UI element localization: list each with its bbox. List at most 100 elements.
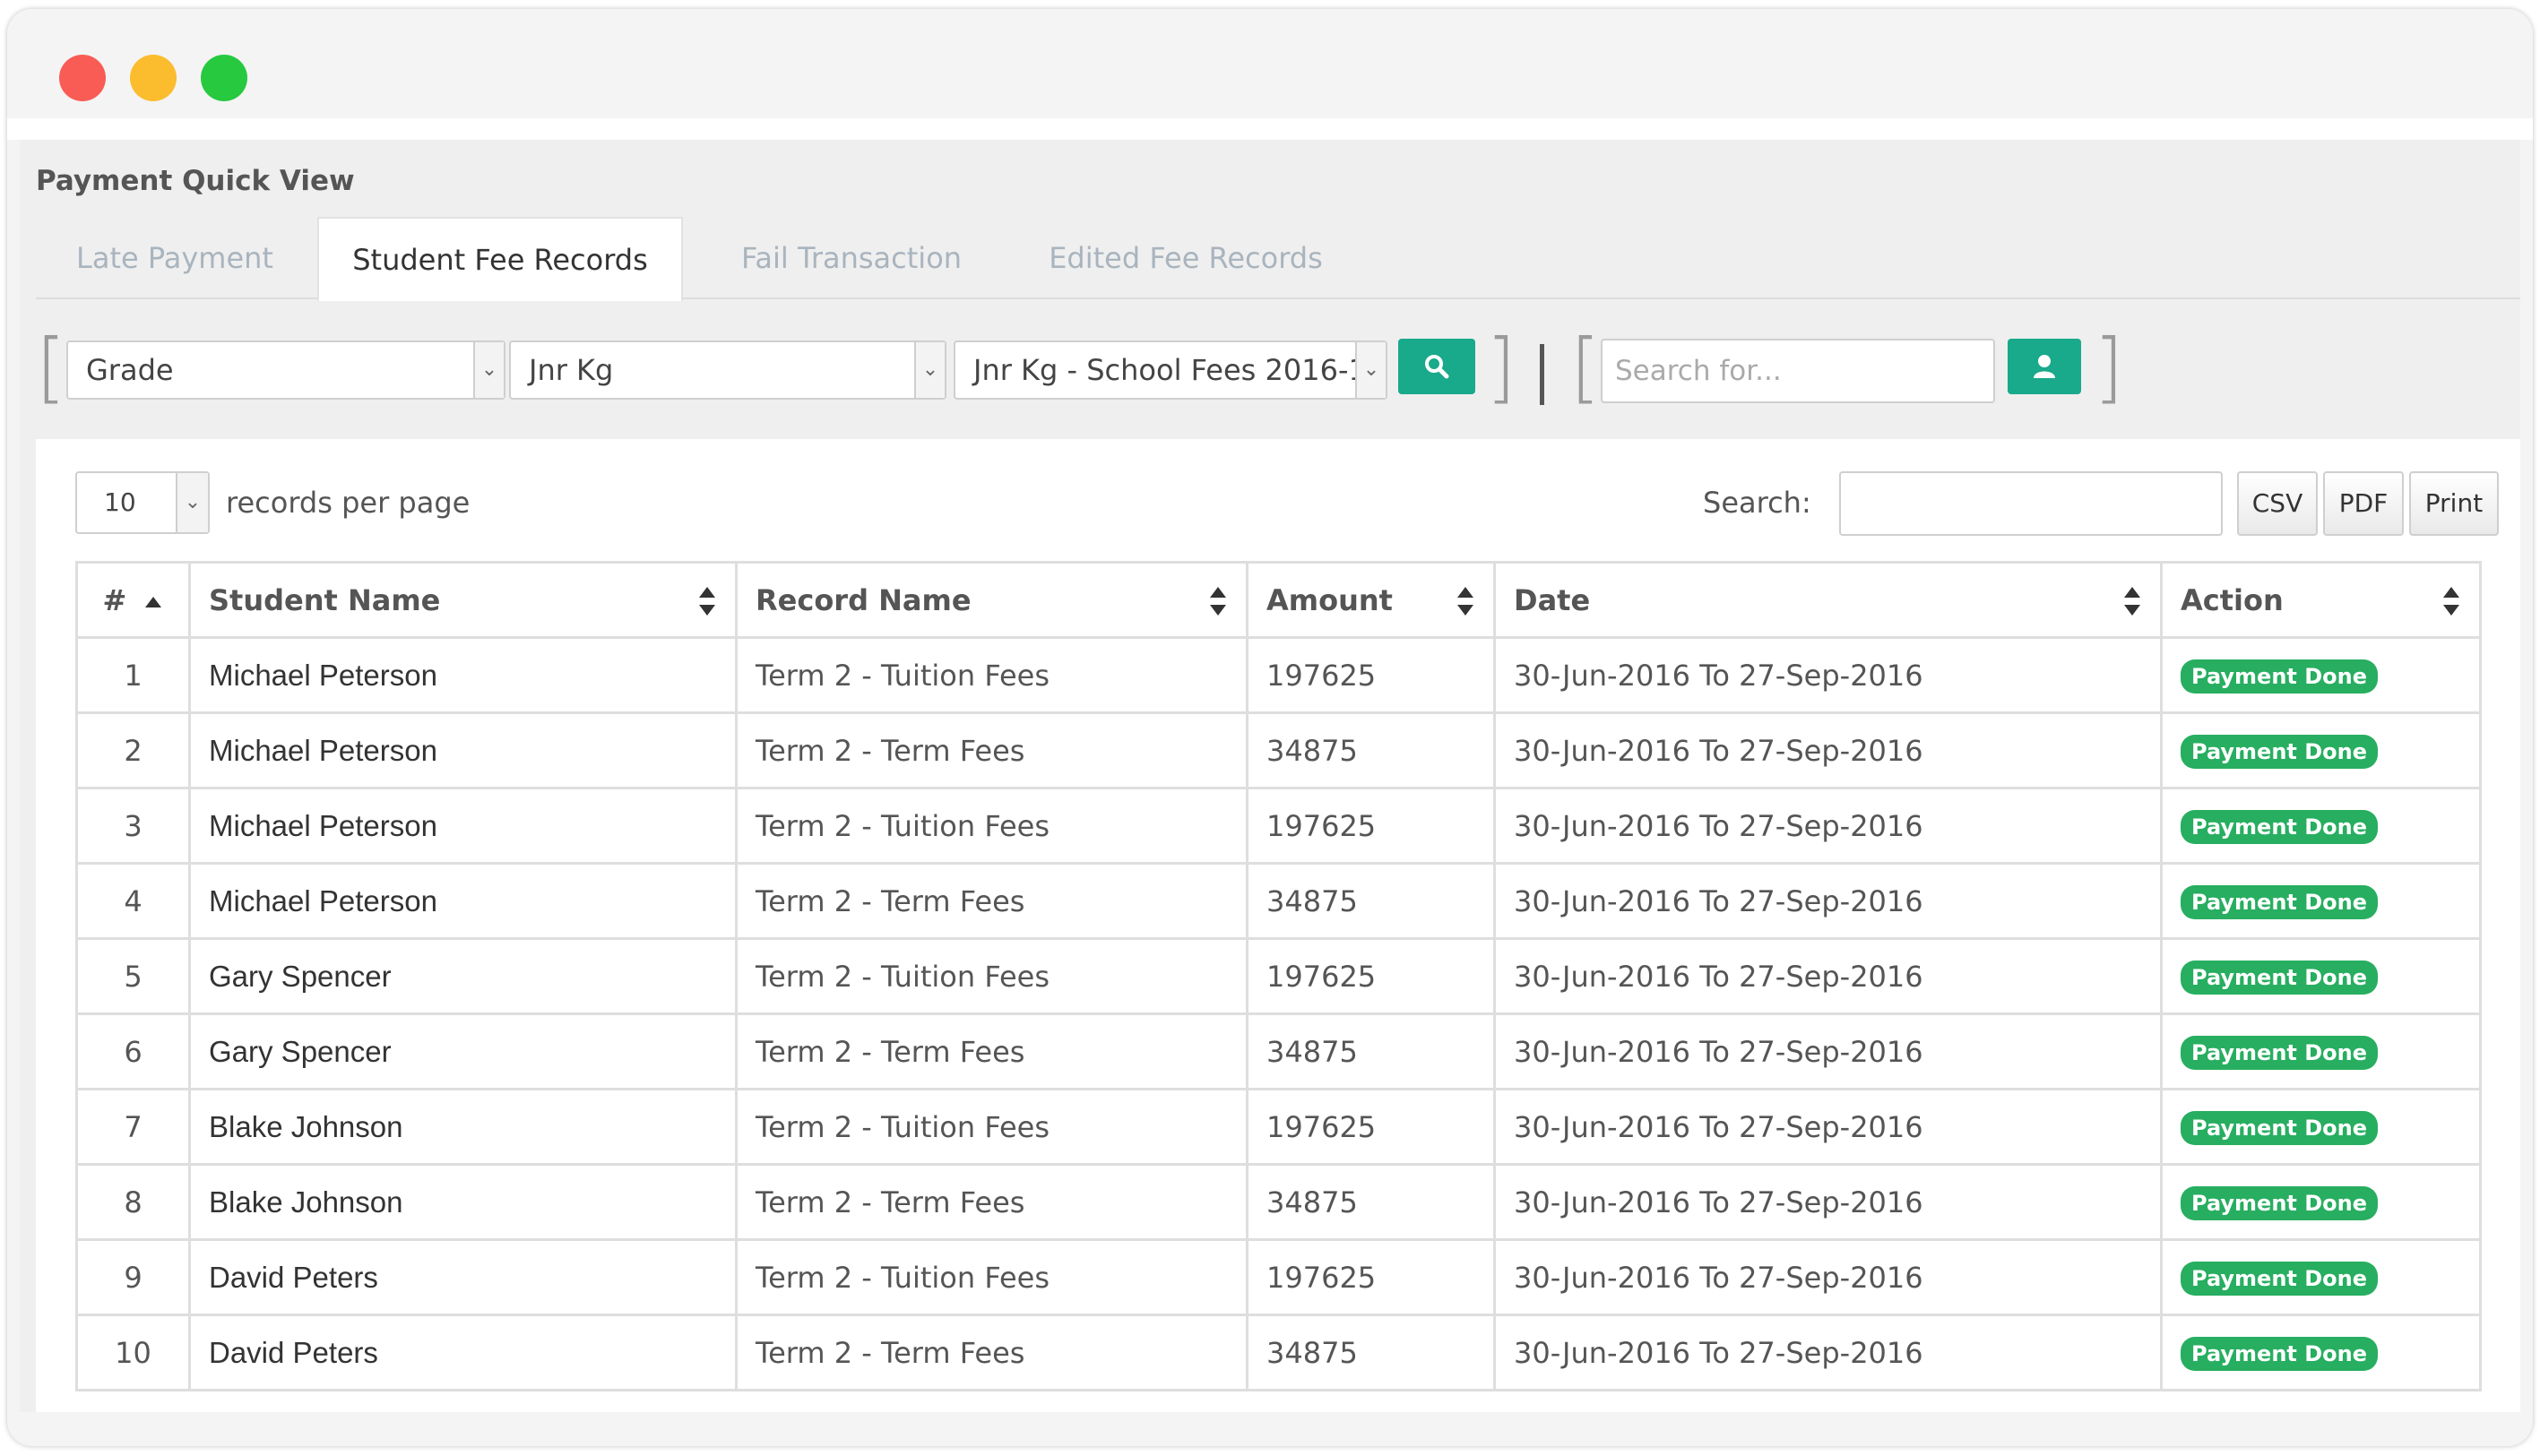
cell-record-name: Term 2 - Tuition Fees <box>735 1088 1248 1166</box>
cell-amount: 34875 <box>1246 862 1496 940</box>
chevron-down-icon: ⌄ <box>473 342 504 398</box>
cell-record-name: Term 2 - Tuition Fees <box>735 937 1248 1015</box>
payment-done-badge[interactable]: Payment Done <box>2181 1337 2379 1371</box>
cell-amount: 34875 <box>1246 711 1496 789</box>
cell-number: 1 <box>75 636 191 714</box>
payment-done-badge[interactable]: Payment Done <box>2181 1111 2379 1145</box>
column-header-date[interactable]: Date <box>1493 561 2163 639</box>
student-search-field[interactable] <box>1601 339 1995 403</box>
column-header-label: Date <box>1514 582 1591 617</box>
sort-asc-icon <box>145 596 162 607</box>
cell-student-name: David Peters <box>188 1238 738 1316</box>
records-per-page-select[interactable]: 10 ⌄ <box>75 471 210 534</box>
cell-record-name: Term 2 - Tuition Fees <box>735 787 1248 865</box>
search-icon <box>1425 355 1449 379</box>
column-header-action[interactable]: Action <box>2160 561 2482 639</box>
cell-student-name: Michael Peterson <box>188 862 738 940</box>
cell-record-name: Term 2 - Term Fees <box>735 1163 1248 1241</box>
cell-date: 30-Jun-2016 To 27-Sep-2016 <box>1493 1012 2163 1090</box>
cell-record-name: Term 2 - Term Fees <box>735 1012 1248 1090</box>
cell-action: Payment Done <box>2160 711 2482 789</box>
sort-icon <box>2443 587 2459 616</box>
cell-amount: 34875 <box>1246 1314 1496 1391</box>
fee-plan-select[interactable]: Jnr Kg - School Fees 2016-17 ⌄ <box>954 340 1387 400</box>
csv-button[interactable]: CSV <box>2237 471 2318 536</box>
cell-action: Payment Done <box>2160 1163 2482 1241</box>
print-button[interactable]: Print <box>2409 471 2499 536</box>
cell-student-name: Blake Johnson <box>188 1088 738 1166</box>
close-window-button[interactable] <box>59 55 106 101</box>
pdf-button[interactable]: PDF <box>2323 471 2404 536</box>
payment-done-badge[interactable]: Payment Done <box>2181 810 2379 844</box>
payment-done-badge[interactable]: Payment Done <box>2181 1262 2379 1296</box>
cell-student-name: David Peters <box>188 1314 738 1391</box>
student-search-input[interactable] <box>1603 340 1993 401</box>
column-header-label: # <box>102 582 127 617</box>
tab-student-fee-records[interactable]: Student Fee Records <box>317 217 683 301</box>
records-content: 10 ⌄ records per page Search: CSV PDF Pr… <box>36 439 2520 1412</box>
bracket-close: ] <box>2094 323 2124 412</box>
cell-student-name: Gary Spencer <box>188 937 738 1015</box>
sort-icon <box>1210 587 1226 616</box>
cell-action: Payment Done <box>2160 937 2482 1015</box>
table-row: 9 David Peters Term 2 - Tuition Fees 197… <box>75 1238 2482 1316</box>
table-search-field[interactable] <box>1839 471 2223 536</box>
table-body: 1 Michael Peterson Term 2 - Tuition Fees… <box>75 636 2482 1391</box>
user-icon <box>2034 355 2055 378</box>
table-row: 3 Michael Peterson Term 2 - Tuition Fees… <box>75 787 2482 865</box>
column-header-record-name[interactable]: Record Name <box>735 561 1248 639</box>
sort-icon <box>699 587 715 616</box>
column-header-student-name[interactable]: Student Name <box>188 561 738 639</box>
cell-record-name: Term 2 - Term Fees <box>735 862 1248 940</box>
payment-done-badge[interactable]: Payment Done <box>2181 885 2379 919</box>
cell-number: 4 <box>75 862 191 940</box>
payment-done-badge[interactable]: Payment Done <box>2181 735 2379 769</box>
search-button[interactable] <box>1398 339 1475 394</box>
payment-done-badge[interactable]: Payment Done <box>2181 1186 2379 1220</box>
column-header-number[interactable]: # <box>75 561 191 639</box>
cell-date: 30-Jun-2016 To 27-Sep-2016 <box>1493 862 2163 940</box>
cell-date: 30-Jun-2016 To 27-Sep-2016 <box>1493 1238 2163 1316</box>
cell-student-name: Blake Johnson <box>188 1163 738 1241</box>
cell-student-name: Michael Peterson <box>188 636 738 714</box>
student-search-button[interactable] <box>2008 339 2081 394</box>
table-row: 8 Blake Johnson Term 2 - Term Fees 34875… <box>75 1163 2482 1241</box>
table-search-label: Search: <box>1703 486 1811 520</box>
column-header-amount[interactable]: Amount <box>1246 561 1496 639</box>
title-divider <box>7 118 2533 140</box>
title-bar <box>7 9 2533 118</box>
grade-select[interactable]: Grade ⌄ <box>66 340 505 400</box>
tab-fail-transaction[interactable]: Fail Transaction <box>708 217 995 299</box>
payment-done-badge[interactable]: Payment Done <box>2181 659 2379 694</box>
cell-date: 30-Jun-2016 To 27-Sep-2016 <box>1493 787 2163 865</box>
panel-title: Payment Quick View <box>36 165 355 197</box>
cell-student-name: Michael Peterson <box>188 787 738 865</box>
maximize-window-button[interactable] <box>201 55 247 101</box>
payment-done-badge[interactable]: Payment Done <box>2181 1036 2379 1070</box>
cell-date: 30-Jun-2016 To 27-Sep-2016 <box>1493 636 2163 714</box>
cell-number: 6 <box>75 1012 191 1090</box>
chevron-down-icon: ⌄ <box>176 473 208 532</box>
minimize-window-button[interactable] <box>130 55 177 101</box>
cell-action: Payment Done <box>2160 1012 2482 1090</box>
fee-plan-select-value: Jnr Kg - School Fees 2016-17 <box>973 353 1386 387</box>
class-select-value: Jnr Kg <box>529 353 614 387</box>
sort-icon <box>1457 587 1473 616</box>
cell-number: 2 <box>75 711 191 789</box>
cell-amount: 197625 <box>1246 636 1496 714</box>
payment-done-badge[interactable]: Payment Done <box>2181 961 2379 995</box>
class-select[interactable]: Jnr Kg ⌄ <box>509 340 946 400</box>
bracket-open: [ <box>36 323 66 412</box>
tab-bar: Late Payment Student Fee Records Fail Tr… <box>36 217 2520 301</box>
app-window: Payment Quick View Late Payment Student … <box>7 9 2533 1446</box>
cell-record-name: Term 2 - Tuition Fees <box>735 1238 1248 1316</box>
payment-quick-view-panel: Payment Quick View Late Payment Student … <box>20 140 2520 1412</box>
column-header-label: Amount <box>1266 582 1393 617</box>
cell-amount: 34875 <box>1246 1163 1496 1241</box>
tab-late-payment[interactable]: Late Payment <box>36 217 314 299</box>
tab-edited-fee-records[interactable]: Edited Fee Records <box>1020 217 1352 299</box>
grade-select-value: Grade <box>86 353 174 387</box>
cell-amount: 34875 <box>1246 1012 1496 1090</box>
table-row: 6 Gary Spencer Term 2 - Term Fees 34875 … <box>75 1012 2482 1090</box>
table-search-input[interactable] <box>1841 473 2221 534</box>
